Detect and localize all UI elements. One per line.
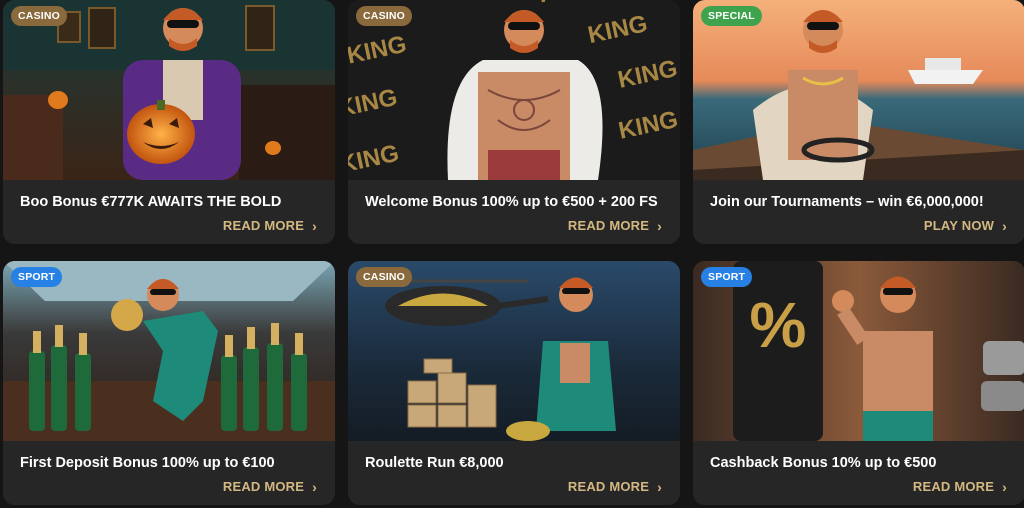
promo-image-tournaments[interactable] [693,0,1024,180]
promo-image-welcome[interactable]: KING KING KING KING KING KING KING [348,0,680,180]
promo-card[interactable]: SPECIAL Join our Tournaments – win €6,00… [693,0,1024,244]
chevron-right-icon: › [657,478,662,495]
category-badge: SPORT [11,267,63,287]
promo-title: Cashback Bonus 10% up to €500 [710,455,937,471]
promo-card[interactable]: CASINO Boo Bonus €777K AWAITS THE BOLD R… [3,0,335,244]
category-badge: SPORT [701,267,753,287]
category-badge: CASINO [356,6,413,26]
cta-label: READ MORE [222,218,305,233]
promo-card[interactable]: SPORT First Deposit Bonus 100% up to €10… [3,261,335,505]
promo-illustration [3,0,335,180]
promo-footer: Welcome Bonus 100% up to €500 + 200 FS R… [348,180,680,244]
promo-title: First Deposit Bonus 100% up to €100 [20,455,275,471]
chevron-right-icon: › [1002,217,1007,234]
cta-label: READ MORE [912,479,995,494]
promo-image-halloween[interactable] [3,0,335,180]
promo-card[interactable]: CASINO Roulette Run €8,000 READ MORE › [348,261,680,505]
read-more-button[interactable]: READ MORE › [568,479,662,494]
cta-label: PLAY NOW [923,218,995,233]
promo-illustration: KING KING KING KING KING KING KING [348,0,680,180]
chevron-right-icon: › [657,217,662,234]
promo-image-first-deposit[interactable] [3,261,335,441]
read-more-button[interactable]: READ MORE › [223,479,317,494]
play-now-button[interactable]: PLAY NOW › [924,218,1007,233]
promo-footer: Roulette Run €8,000 READ MORE › [348,441,680,505]
read-more-button[interactable]: READ MORE › [913,479,1007,494]
chevron-right-icon: › [312,478,317,495]
read-more-button[interactable]: READ MORE › [223,218,317,233]
read-more-button[interactable]: READ MORE › [568,218,662,233]
promo-title: Roulette Run €8,000 [365,455,504,471]
promo-illustration: % [693,261,1024,441]
promo-image-roulette-run[interactable] [348,261,680,441]
promo-image-cashback[interactable]: % [693,261,1024,441]
promo-footer: Join our Tournaments – win €6,000,000! P… [693,180,1024,244]
promo-footer: Boo Bonus €777K AWAITS THE BOLD READ MOR… [3,180,335,244]
promo-title: Welcome Bonus 100% up to €500 + 200 FS [365,194,658,210]
promo-footer: First Deposit Bonus 100% up to €100 READ… [3,441,335,505]
promo-title: Boo Bonus €777K AWAITS THE BOLD [20,194,282,210]
promo-footer: Cashback Bonus 10% up to €500 READ MORE … [693,441,1024,505]
promo-card[interactable]: KING KING KING KING KING KING KING CASIN… [348,0,680,244]
promo-card[interactable]: % SPORT Cashback Bonus 10% up to €500 RE… [693,261,1024,505]
category-badge: CASINO [356,267,413,287]
promo-illustration [3,261,335,441]
cta-label: READ MORE [222,479,305,494]
chevron-right-icon: › [312,217,317,234]
promo-illustration [693,0,1024,180]
art-text: % [750,289,807,361]
promo-illustration [348,261,680,441]
category-badge: CASINO [11,6,68,26]
cta-label: READ MORE [567,479,650,494]
category-badge: SPECIAL [701,6,762,26]
promo-title: Join our Tournaments – win €6,000,000! [710,194,984,210]
chevron-right-icon: › [1002,478,1007,495]
cta-label: READ MORE [567,218,650,233]
